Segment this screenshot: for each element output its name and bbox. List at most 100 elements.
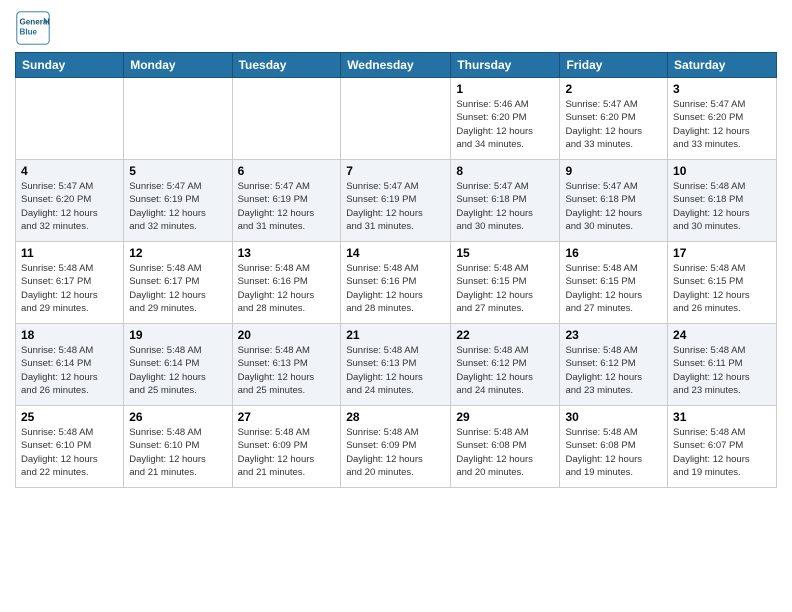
svg-text:Blue: Blue	[20, 27, 38, 36]
day-number: 8	[456, 164, 554, 178]
day-info: Sunrise: 5:48 AM Sunset: 6:15 PM Dayligh…	[456, 262, 554, 315]
week-row-5: 25Sunrise: 5:48 AM Sunset: 6:10 PM Dayli…	[16, 406, 777, 488]
day-header-monday: Monday	[124, 53, 232, 78]
calendar-cell	[232, 78, 341, 160]
calendar-cell: 10 Sunrise: 5:48 AM Sunset: 6:18 PM Dayli…	[668, 160, 777, 242]
day-number: 4	[21, 164, 118, 178]
day-header-saturday: Saturday	[668, 53, 777, 78]
day-number: 20	[238, 328, 336, 342]
calendar-cell: 20 Sunrise: 5:48 AM Sunset: 6:13 PM Dayli…	[232, 324, 341, 406]
week-row-4: 18 Sunrise: 5:48 AM Sunset: 6:14 PM Dayli…	[16, 324, 777, 406]
day-info: Sunrise: 5:48 AM Sunset: 6:15 PM Dayligh…	[565, 262, 662, 315]
day-number: 29	[456, 410, 554, 424]
calendar-cell: 14 Sunrise: 5:48 AM Sunset: 6:16 PM Dayli…	[341, 242, 451, 324]
header-row: SundayMondayTuesdayWednesdayThursdayFrid…	[16, 53, 777, 78]
day-number: 15	[456, 246, 554, 260]
calendar-cell: 31 Sunrise: 5:48 AM Sunset: 6:07 PM Dayli…	[668, 406, 777, 488]
day-number: 7	[346, 164, 445, 178]
day-info: Sunrise: 5:48 AM Sunset: 6:07 PM Dayligh…	[673, 426, 771, 479]
day-number: 3	[673, 82, 771, 96]
day-info: Sunrise: 5:48 AM Sunset: 6:16 PM Dayligh…	[238, 262, 336, 315]
day-info: Sunrise: 5:48 AM Sunset: 6:16 PM Dayligh…	[346, 262, 445, 315]
calendar-cell: 3 Sunrise: 5:47 AM Sunset: 6:20 PM Daylig…	[668, 78, 777, 160]
day-info: Sunrise: 5:48 AM Sunset: 6:10 PM Dayligh…	[21, 426, 118, 479]
calendar-cell	[16, 78, 124, 160]
day-info: Sunrise: 5:46 AM Sunset: 6:20 PM Dayligh…	[456, 98, 554, 151]
day-info: Sunrise: 5:48 AM Sunset: 6:17 PM Dayligh…	[21, 262, 118, 315]
calendar-cell: 21 Sunrise: 5:48 AM Sunset: 6:13 PM Dayli…	[341, 324, 451, 406]
calendar-cell: 16 Sunrise: 5:48 AM Sunset: 6:15 PM Dayli…	[560, 242, 668, 324]
day-number: 14	[346, 246, 445, 260]
week-row-2: 4Sunrise: 5:47 AM Sunset: 6:20 PM Daylig…	[16, 160, 777, 242]
calendar-table: SundayMondayTuesdayWednesdayThursdayFrid…	[15, 52, 777, 488]
day-number: 26	[129, 410, 226, 424]
day-info: Sunrise: 5:48 AM Sunset: 6:12 PM Dayligh…	[456, 344, 554, 397]
day-info: Sunrise: 5:47 AM Sunset: 6:19 PM Dayligh…	[346, 180, 445, 233]
calendar-cell: 29Sunrise: 5:48 AM Sunset: 6:08 PM Dayli…	[451, 406, 560, 488]
day-number: 30	[565, 410, 662, 424]
day-number: 31	[673, 410, 771, 424]
day-number: 16	[565, 246, 662, 260]
calendar-cell: 9Sunrise: 5:47 AM Sunset: 6:18 PM Daylig…	[560, 160, 668, 242]
calendar-cell: 28Sunrise: 5:48 AM Sunset: 6:09 PM Dayli…	[341, 406, 451, 488]
calendar-cell: 17 Sunrise: 5:48 AM Sunset: 6:15 PM Dayli…	[668, 242, 777, 324]
day-info: Sunrise: 5:48 AM Sunset: 6:13 PM Dayligh…	[346, 344, 445, 397]
calendar-cell	[124, 78, 232, 160]
calendar-cell: 26 Sunrise: 5:48 AM Sunset: 6:10 PM Dayli…	[124, 406, 232, 488]
day-number: 27	[238, 410, 336, 424]
calendar-cell: 24Sunrise: 5:48 AM Sunset: 6:11 PM Dayli…	[668, 324, 777, 406]
day-info: Sunrise: 5:47 AM Sunset: 6:20 PM Dayligh…	[565, 98, 662, 151]
day-info: Sunrise: 5:47 AM Sunset: 6:19 PM Dayligh…	[238, 180, 336, 233]
day-info: Sunrise: 5:47 AM Sunset: 6:18 PM Dayligh…	[456, 180, 554, 233]
day-header-thursday: Thursday	[451, 53, 560, 78]
calendar-cell: 23 Sunrise: 5:48 AM Sunset: 6:12 PM Dayli…	[560, 324, 668, 406]
day-info: Sunrise: 5:48 AM Sunset: 6:08 PM Dayligh…	[565, 426, 662, 479]
day-info: Sunrise: 5:48 AM Sunset: 6:11 PM Dayligh…	[673, 344, 771, 397]
calendar-cell: 11 Sunrise: 5:48 AM Sunset: 6:17 PM Dayli…	[16, 242, 124, 324]
calendar-cell: 30 Sunrise: 5:48 AM Sunset: 6:08 PM Dayli…	[560, 406, 668, 488]
day-info: Sunrise: 5:48 AM Sunset: 6:14 PM Dayligh…	[129, 344, 226, 397]
calendar-cell: 25Sunrise: 5:48 AM Sunset: 6:10 PM Dayli…	[16, 406, 124, 488]
day-number: 9	[565, 164, 662, 178]
calendar-cell: 8 Sunrise: 5:47 AM Sunset: 6:18 PM Daylig…	[451, 160, 560, 242]
page-header: General Blue	[15, 10, 777, 46]
day-number: 17	[673, 246, 771, 260]
calendar-cell: 12Sunrise: 5:48 AM Sunset: 6:17 PM Dayli…	[124, 242, 232, 324]
day-header-wednesday: Wednesday	[341, 53, 451, 78]
day-info: Sunrise: 5:48 AM Sunset: 6:15 PM Dayligh…	[673, 262, 771, 315]
day-info: Sunrise: 5:48 AM Sunset: 6:10 PM Dayligh…	[129, 426, 226, 479]
logo-icon: General Blue	[15, 10, 51, 46]
day-number: 18	[21, 328, 118, 342]
day-number: 23	[565, 328, 662, 342]
day-header-tuesday: Tuesday	[232, 53, 341, 78]
calendar-cell: 22Sunrise: 5:48 AM Sunset: 6:12 PM Dayli…	[451, 324, 560, 406]
day-info: Sunrise: 5:47 AM Sunset: 6:20 PM Dayligh…	[673, 98, 771, 151]
calendar-cell	[341, 78, 451, 160]
day-number: 2	[565, 82, 662, 96]
day-number: 5	[129, 164, 226, 178]
day-number: 21	[346, 328, 445, 342]
calendar-cell: 6Sunrise: 5:47 AM Sunset: 6:19 PM Daylig…	[232, 160, 341, 242]
day-number: 10	[673, 164, 771, 178]
day-number: 19	[129, 328, 226, 342]
day-info: Sunrise: 5:48 AM Sunset: 6:14 PM Dayligh…	[21, 344, 118, 397]
day-info: Sunrise: 5:48 AM Sunset: 6:18 PM Dayligh…	[673, 180, 771, 233]
calendar-cell: 15 Sunrise: 5:48 AM Sunset: 6:15 PM Dayli…	[451, 242, 560, 324]
calendar-cell: 5 Sunrise: 5:47 AM Sunset: 6:19 PM Daylig…	[124, 160, 232, 242]
day-number: 11	[21, 246, 118, 260]
day-info: Sunrise: 5:47 AM Sunset: 6:19 PM Dayligh…	[129, 180, 226, 233]
calendar-cell: 7 Sunrise: 5:47 AM Sunset: 6:19 PM Daylig…	[341, 160, 451, 242]
day-number: 12	[129, 246, 226, 260]
calendar-cell: 13 Sunrise: 5:48 AM Sunset: 6:16 PM Dayli…	[232, 242, 341, 324]
week-row-1: 1Sunrise: 5:46 AM Sunset: 6:20 PM Daylig…	[16, 78, 777, 160]
day-number: 13	[238, 246, 336, 260]
calendar-cell: 19 Sunrise: 5:48 AM Sunset: 6:14 PM Dayli…	[124, 324, 232, 406]
day-info: Sunrise: 5:48 AM Sunset: 6:12 PM Dayligh…	[565, 344, 662, 397]
calendar-cell: 2 Sunrise: 5:47 AM Sunset: 6:20 PM Daylig…	[560, 78, 668, 160]
calendar-cell: 18 Sunrise: 5:48 AM Sunset: 6:14 PM Dayli…	[16, 324, 124, 406]
calendar-cell: 27 Sunrise: 5:48 AM Sunset: 6:09 PM Dayli…	[232, 406, 341, 488]
logo: General Blue	[15, 10, 51, 46]
day-info: Sunrise: 5:48 AM Sunset: 6:09 PM Dayligh…	[238, 426, 336, 479]
day-info: Sunrise: 5:48 AM Sunset: 6:13 PM Dayligh…	[238, 344, 336, 397]
week-row-3: 11 Sunrise: 5:48 AM Sunset: 6:17 PM Dayli…	[16, 242, 777, 324]
